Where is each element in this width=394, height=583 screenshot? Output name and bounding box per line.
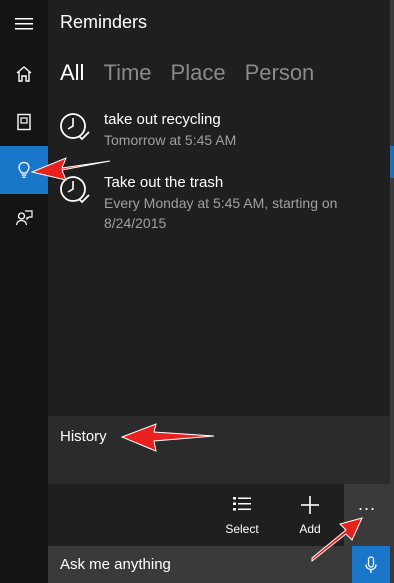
plus-icon: [301, 496, 319, 514]
feedback-icon: [15, 210, 33, 226]
reminder-item[interactable]: take out recycling Tomorrow at 5:45 AM: [58, 110, 378, 150]
tab-place[interactable]: Place: [171, 60, 226, 86]
add-button[interactable]: Add: [280, 494, 340, 540]
notebook-icon: [17, 113, 31, 131]
nav-notebook-button[interactable]: [0, 98, 48, 146]
hamburger-icon: [15, 18, 33, 30]
more-options-button[interactable]: ...: [344, 484, 390, 546]
history-label: History: [60, 428, 107, 445]
cortana-reminders-window: Reminders All Time Place Person take out…: [0, 0, 394, 583]
search-box[interactable]: Ask me anything: [48, 546, 390, 583]
clock-check-icon: [60, 176, 90, 204]
left-nav-rail: [0, 0, 48, 583]
nav-reminders-button[interactable]: [0, 146, 48, 194]
reminder-title: take out recycling: [104, 111, 221, 128]
nav-home-button[interactable]: [0, 50, 48, 98]
tab-time[interactable]: Time: [103, 60, 151, 86]
history-section[interactable]: History: [48, 416, 390, 484]
add-button-label: Add: [299, 522, 321, 536]
tab-all[interactable]: All: [60, 60, 84, 86]
window-edge-strip: [390, 0, 394, 583]
edge-accent-marker: [390, 146, 394, 178]
page-title: Reminders: [60, 12, 148, 32]
microphone-icon: [365, 555, 377, 573]
lightbulb-icon: [18, 161, 30, 178]
nav-feedback-button[interactable]: [0, 194, 48, 242]
search-input[interactable]: Ask me anything: [60, 556, 171, 573]
command-bar: Select Add ...: [48, 484, 390, 546]
tab-person[interactable]: Person: [245, 60, 315, 86]
reminder-time: Every Monday at 5:45 AM, starting on 8/2…: [104, 195, 338, 231]
reminder-item[interactable]: Take out the trash Every Monday at 5:45 …: [58, 173, 378, 233]
select-button[interactable]: Select: [212, 494, 272, 540]
reminder-time: Tomorrow at 5:45 AM: [104, 132, 237, 148]
microphone-button[interactable]: [352, 546, 390, 583]
hamburger-menu-button[interactable]: [0, 0, 48, 48]
filter-tabs: All Time Place Person: [60, 60, 333, 86]
home-icon: [16, 66, 32, 82]
reminder-title: Take out the trash: [104, 174, 224, 191]
select-button-label: Select: [225, 522, 259, 536]
clock-check-icon: [60, 113, 90, 141]
select-list-icon: [233, 497, 251, 511]
more-icon: ...: [357, 494, 376, 514]
